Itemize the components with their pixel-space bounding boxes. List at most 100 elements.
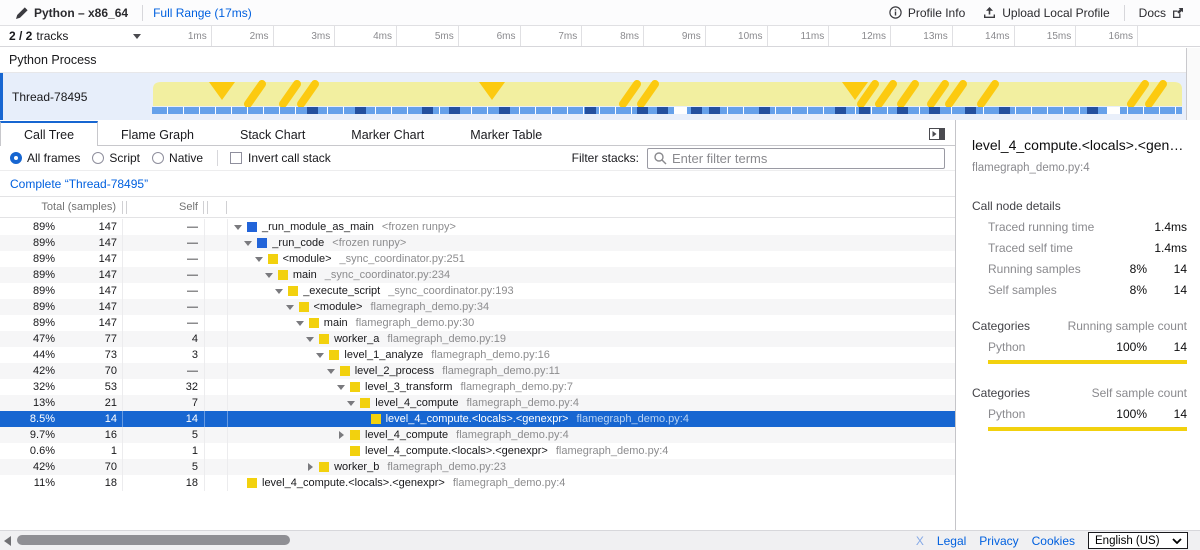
profile-info-label: Profile Info: [908, 6, 965, 20]
expander-open-icon[interactable]: [347, 401, 360, 406]
thread-activity-graph[interactable]: [150, 73, 1185, 120]
category-breakdowns: CategoriesRunning sample countPython100%…: [956, 319, 1200, 431]
call-tree-row[interactable]: 89%147—<module>flamegraph_demo.py:34: [0, 299, 955, 315]
call-tree-row[interactable]: 32%5332level_3_transformflamegraph_demo.…: [0, 379, 955, 395]
call-tree-header: Total (samples) Self: [0, 196, 955, 218]
timeline-scrollbar-strip[interactable]: [1186, 48, 1200, 120]
category-square-icon: [329, 350, 339, 360]
filter-stacks-label: Filter stacks:: [572, 151, 639, 165]
panel-tabbar: Call TreeFlame GraphStack ChartMarker Ch…: [0, 121, 955, 146]
expander-open-icon[interactable]: [306, 337, 319, 342]
expander-open-icon[interactable]: [316, 353, 329, 358]
call-tree-row[interactable]: 89%147—_execute_script_sync_coordinator.…: [0, 283, 955, 299]
category-square-icon: [360, 398, 370, 408]
sidebar-toggle-button[interactable]: [929, 128, 945, 140]
tab-stack-chart[interactable]: Stack Chart: [217, 121, 328, 146]
function-name: level_2_process: [355, 365, 435, 377]
footer-link-cookies[interactable]: Cookies: [1032, 534, 1075, 548]
expander-collapsed-icon[interactable]: [306, 463, 319, 471]
function-name: level_4_compute.<locals>.<genexpr>: [386, 413, 569, 425]
track-thread-78495[interactable]: Thread-78495: [0, 73, 1200, 120]
call-tree-row[interactable]: 44%733level_1_analyzeflamegraph_demo.py:…: [0, 347, 955, 363]
call-tree-row[interactable]: 89%147—main_sync_coordinator.py:234: [0, 267, 955, 283]
detail-percent: 8%: [1102, 262, 1147, 276]
expander-open-icon[interactable]: [265, 273, 278, 278]
call-tree-row[interactable]: 13%217level_4_computeflamegraph_demo.py:…: [0, 395, 955, 411]
horizontal-scrollbar[interactable]: [0, 531, 916, 550]
function-name: level_1_analyze: [344, 349, 423, 361]
footer-link-legal[interactable]: Legal: [937, 534, 966, 548]
expander-open-icon[interactable]: [255, 257, 268, 262]
call-tree-row[interactable]: 42%70—level_2_processflamegraph_demo.py:…: [0, 363, 955, 379]
call-tree-row[interactable]: 42%705worker_bflamegraph_demo.py:23: [0, 459, 955, 475]
row-total-samples: 147: [55, 285, 122, 297]
language-value: English (US): [1095, 535, 1160, 547]
radio-all-frames[interactable]: All frames: [10, 151, 80, 165]
category-count: 14: [1147, 407, 1187, 421]
sidebar-detail-row: Traced self time1.4ms: [988, 241, 1187, 255]
category-square-icon: [257, 238, 267, 248]
call-tree-row[interactable]: 47%774worker_aflamegraph_demo.py:19: [0, 331, 955, 347]
track-python-process[interactable]: Python Process: [0, 47, 1200, 73]
tracks-dropdown[interactable]: 2 / 2 tracks: [0, 26, 150, 46]
row-self-samples: 18: [123, 477, 204, 489]
expander-open-icon[interactable]: [244, 241, 257, 246]
row-tree-cell: worker_bflamegraph_demo.py:23: [228, 461, 955, 473]
expander-open-icon[interactable]: [296, 321, 309, 326]
upload-profile-button[interactable]: Upload Local Profile: [979, 6, 1113, 20]
column-header-total[interactable]: Total (samples): [0, 201, 122, 213]
column-header-self[interactable]: Self: [127, 201, 203, 213]
function-name: worker_b: [334, 461, 379, 473]
tab-flame-graph[interactable]: Flame Graph: [98, 121, 217, 146]
detail-count: 14: [1147, 283, 1187, 297]
scroll-left-icon[interactable]: [4, 536, 11, 546]
call-tree-row[interactable]: 89%147—<module>_sync_coordinator.py:251: [0, 251, 955, 267]
triangle-down-icon: [327, 369, 335, 374]
tab-marker-table[interactable]: Marker Table: [447, 121, 565, 146]
function-name: _execute_script: [303, 285, 380, 297]
complete-range-link[interactable]: Complete “Thread-78495”: [10, 177, 148, 191]
expander-collapsed-icon[interactable]: [337, 431, 350, 439]
expander-open-icon[interactable]: [286, 305, 299, 310]
expander-open-icon[interactable]: [275, 289, 288, 294]
call-tree-row[interactable]: 0.6%11level_4_compute.<locals>.<genexpr>…: [0, 443, 955, 459]
footer-link-privacy[interactable]: Privacy: [979, 534, 1018, 548]
tab-marker-chart[interactable]: Marker Chart: [328, 121, 447, 146]
function-name: level_4_compute.<locals>.<genexpr>: [262, 477, 445, 489]
sample-marker: [307, 107, 318, 114]
invert-call-stack-checkbox[interactable]: Invert call stack: [230, 151, 331, 165]
full-range-link[interactable]: Full Range (17ms): [153, 6, 252, 20]
category-square-icon: [278, 270, 288, 280]
footer-link-x[interactable]: X: [916, 534, 924, 548]
category-square-icon: [371, 414, 381, 424]
call-tree-row[interactable]: 8.5%1414level_4_compute.<locals>.<genexp…: [0, 411, 955, 427]
expander-open-icon[interactable]: [337, 385, 350, 390]
profile-name-button[interactable]: Python – x86_64: [12, 6, 132, 20]
call-tree-row[interactable]: 89%147—_run_module_as_main<frozen runpy>: [0, 219, 955, 235]
triangle-down-icon: [286, 305, 294, 310]
tab-call-tree[interactable]: Call Tree: [0, 121, 98, 146]
row-tree-cell: level_4_computeflamegraph_demo.py:4: [228, 429, 955, 441]
radio-native[interactable]: Native: [152, 151, 203, 165]
sample-marker: [929, 107, 940, 114]
function-name: _run_code: [272, 237, 324, 249]
filter-input[interactable]: [648, 149, 944, 168]
call-tree-row[interactable]: 9.7%165level_4_computeflamegraph_demo.py…: [0, 427, 955, 443]
call-tree-row[interactable]: 11%1818level_4_compute.<locals>.<genexpr…: [0, 475, 955, 491]
expander-open-icon[interactable]: [327, 369, 340, 374]
docs-button[interactable]: Docs: [1135, 6, 1188, 20]
call-tree-row[interactable]: 89%147—mainflamegraph_demo.py:30: [0, 315, 955, 331]
row-self-samples: —: [123, 221, 204, 233]
triangle-down-icon: [255, 257, 263, 262]
scrollbar-thumb[interactable]: [17, 535, 290, 545]
expander-open-icon[interactable]: [234, 225, 247, 230]
language-select[interactable]: English (US): [1088, 532, 1188, 549]
function-location: flamegraph_demo.py:11: [442, 365, 560, 377]
profile-info-button[interactable]: Profile Info: [885, 6, 969, 20]
function-location: flamegraph_demo.py:4: [576, 413, 689, 425]
category-square-icon: [288, 286, 298, 296]
radio-script[interactable]: Script: [92, 151, 140, 165]
call-tree-row[interactable]: 89%147—_run_code<frozen runpy>: [0, 235, 955, 251]
row-self-samples: —: [123, 365, 204, 377]
triangle-down-icon: [275, 289, 283, 294]
